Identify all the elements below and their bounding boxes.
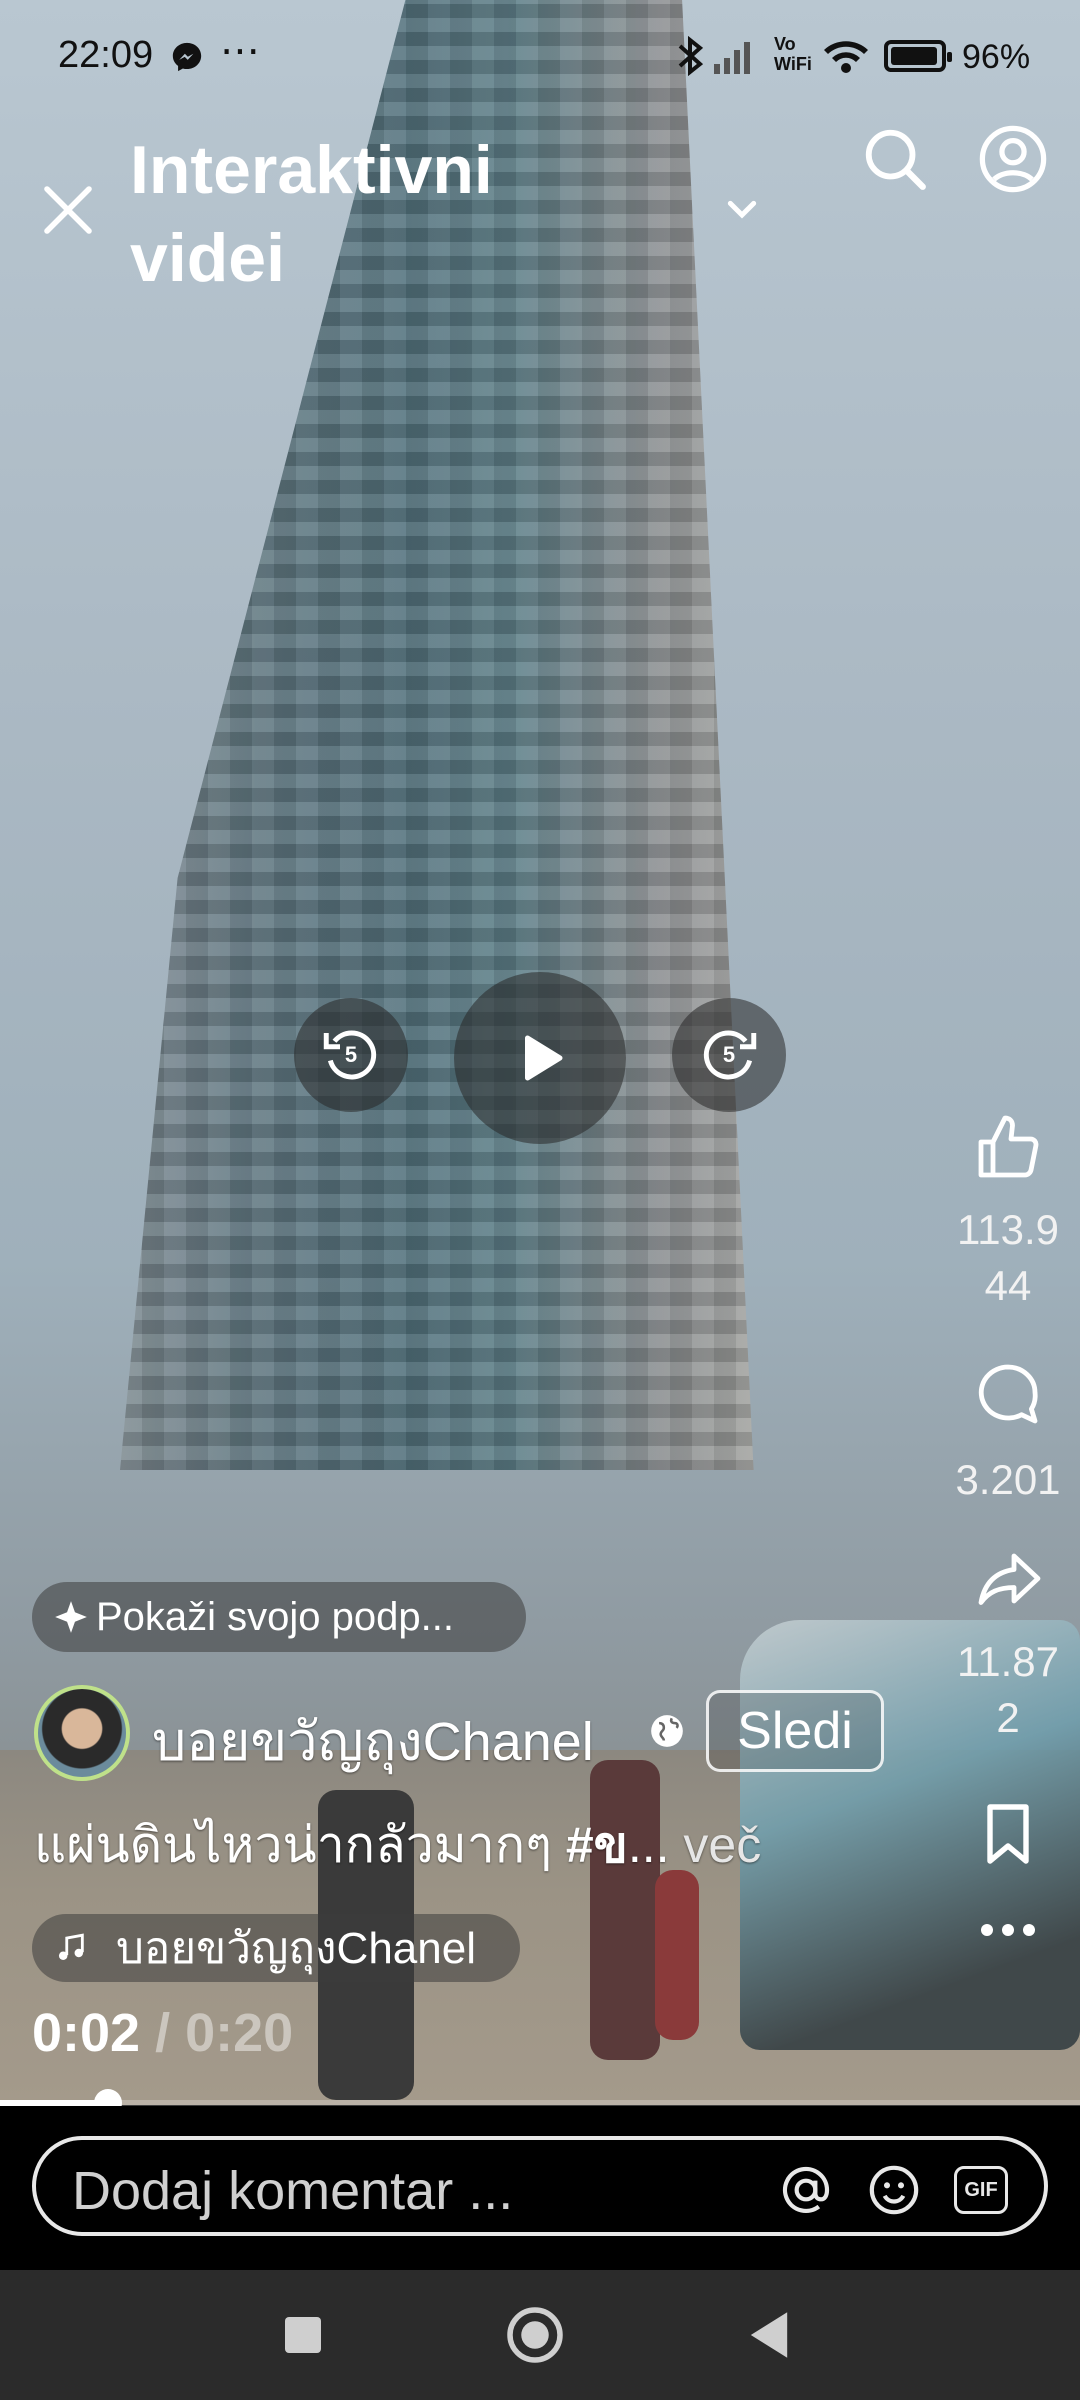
- bluetooth-icon: [678, 36, 704, 76]
- wifi-icon: [824, 41, 868, 73]
- music-note-icon: [58, 1933, 84, 1961]
- like-count: 113.9 44: [957, 1206, 1059, 1309]
- square-icon: [285, 2317, 321, 2353]
- music-pill[interactable]: บอยขวัญถุงChanel: [32, 1914, 520, 1982]
- comment-count: 3.201: [955, 1456, 1061, 1503]
- system-nav-bar: [0, 2270, 1080, 2400]
- at-icon[interactable]: [778, 2162, 834, 2218]
- like-icon[interactable]: [972, 1112, 1044, 1184]
- comment-bar: Dodaj komentar ... GIF: [0, 2106, 1080, 2270]
- playback-time: 0:02 / 0:20: [32, 2002, 293, 2064]
- caption-ellipsis: ...: [627, 1817, 684, 1873]
- globe-icon: [651, 1715, 683, 1747]
- follow-button[interactable]: Sledi: [706, 1690, 884, 1772]
- caption-more-link[interactable]: več: [683, 1817, 761, 1873]
- close-button[interactable]: [36, 178, 100, 242]
- rewind-seconds: 5: [344, 1042, 358, 1067]
- vowifi-label: Vo WiFi: [774, 34, 812, 74]
- battery-icon: [884, 40, 952, 72]
- forward-5-button[interactable]: 5: [672, 998, 786, 1112]
- messenger-icon: [172, 42, 202, 72]
- play-icon: [525, 1035, 563, 1081]
- gif-label: GIF: [964, 2178, 998, 2201]
- emoji-icon[interactable]: [866, 2162, 922, 2218]
- status-time: 22:09: [58, 34, 154, 76]
- video-content-person: [655, 1870, 699, 2040]
- recents-button[interactable]: [268, 2300, 338, 2370]
- more-notifications-icon: ⋯: [220, 29, 260, 73]
- time-separator: /: [140, 2003, 186, 2063]
- profile-icon[interactable]: [978, 124, 1048, 194]
- support-prompt-pill[interactable]: Pokaži svojo podp...: [32, 1582, 526, 1652]
- comment-placeholder: Dodaj komentar ...: [72, 2161, 514, 2221]
- avatar[interactable]: [34, 1685, 130, 1781]
- chevron-down-icon[interactable]: [722, 190, 762, 230]
- post-caption[interactable]: แผ่นดินไหวน่ากลัวมากๆ #ข... več: [34, 1806, 761, 1885]
- triangle-back-icon: [750, 2312, 788, 2358]
- search-icon[interactable]: [860, 124, 930, 194]
- channel-name[interactable]: บอยขวัญถุงChanel: [152, 1698, 594, 1784]
- current-time: 0:02: [32, 2003, 141, 2063]
- share-count: 11.87 2: [957, 1638, 1059, 1741]
- play-button[interactable]: [454, 972, 626, 1144]
- battery-percent: 96%: [962, 38, 1031, 76]
- music-label: บอยขวัญถุงChanel: [116, 1924, 476, 1973]
- caption-hashtag[interactable]: #ข: [566, 1817, 628, 1873]
- circle-icon: [507, 2307, 563, 2363]
- bookmark-icon[interactable]: [972, 1798, 1044, 1870]
- rewind-5-button[interactable]: 5: [294, 998, 408, 1112]
- forward-seconds: 5: [722, 1042, 736, 1067]
- back-button[interactable]: [734, 2300, 804, 2370]
- signal-icon: [714, 42, 750, 74]
- sparkle-icon: [55, 1601, 87, 1633]
- duration: 0:20: [185, 2003, 294, 2063]
- home-button[interactable]: [500, 2300, 570, 2370]
- status-bar: 22:09 ⋯ Vo WiFi 96%: [0, 0, 1080, 110]
- gif-button[interactable]: GIF: [954, 2166, 1008, 2214]
- comment-icon[interactable]: [972, 1358, 1044, 1430]
- page-title[interactable]: Interaktivni videi: [130, 126, 650, 302]
- support-prompt-text: Pokaži svojo podp...: [96, 1594, 454, 1639]
- share-icon[interactable]: [972, 1544, 1044, 1616]
- caption-text: แผ่นดินไหวน่ากลัวมากๆ: [34, 1817, 566, 1873]
- video-content-person: [590, 1760, 660, 2060]
- comment-input[interactable]: Dodaj komentar ... GIF: [32, 2136, 1048, 2236]
- close-icon: [44, 186, 92, 234]
- more-icon[interactable]: [972, 1910, 1044, 1950]
